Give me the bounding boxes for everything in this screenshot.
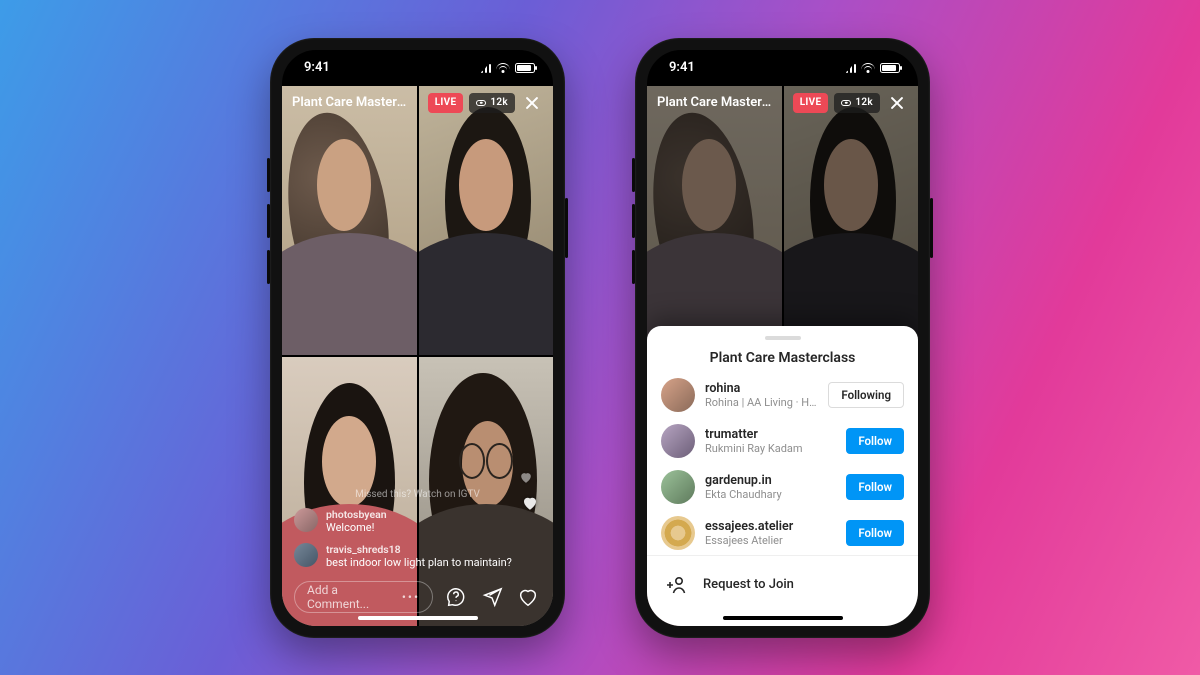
participant-tile-1[interactable] (647, 86, 782, 355)
phone-participants-sheet: 9:41 Plant Care Masterclas… LIVE 12k (635, 38, 930, 638)
participant-username: essajees.atelier (705, 519, 836, 534)
close-button[interactable] (886, 92, 908, 114)
participant-username: trumatter (705, 427, 836, 442)
live-title[interactable]: Plant Care Masterclas… (292, 95, 410, 110)
comment-username: travis_shreds18 (326, 543, 512, 556)
participant-subtitle: Rukmini Ray Kadam (705, 442, 836, 455)
participant-tile-2[interactable] (784, 86, 919, 355)
home-indicator (723, 616, 843, 620)
like-button[interactable] (515, 584, 541, 610)
live-header: Plant Care Masterclas… LIVE 12k (282, 88, 553, 118)
comment-username: photosbyean (326, 508, 387, 521)
question-button[interactable] (443, 584, 469, 610)
participant-row[interactable]: trumatter Rukmini Ray Kadam Follow (661, 424, 904, 458)
system-message: Missed this? Watch on IGTV (355, 489, 480, 500)
battery-icon (515, 63, 535, 73)
follow-button[interactable]: Follow (846, 428, 904, 454)
following-button[interactable]: Following (828, 382, 904, 408)
participant-avatar (661, 424, 695, 458)
device-notch (348, 50, 488, 74)
live-header: Plant Care Masterclas… LIVE 12k (647, 88, 918, 118)
commenter-avatar (294, 543, 318, 567)
action-bar: Add a Comment... ••• (282, 578, 553, 616)
eye-icon (476, 100, 486, 106)
participant-subtitle: Rohina | AA Living · Host (705, 396, 818, 409)
eye-icon (841, 100, 851, 106)
sheet-title: Plant Care Masterclass (647, 350, 918, 366)
participant-avatar (661, 516, 695, 550)
close-button[interactable] (521, 92, 543, 114)
viewer-count-badge[interactable]: 12k (834, 93, 880, 113)
sheet-grabber[interactable] (765, 336, 801, 340)
participant-username: gardenup.in (705, 473, 836, 488)
participant-username: rohina (705, 381, 818, 396)
participant-subtitle: Essajees Atelier (705, 534, 836, 547)
request-join-label: Request to Join (703, 577, 794, 592)
follow-button[interactable]: Follow (846, 474, 904, 500)
participant-subtitle: Ekta Chaudhary (705, 488, 836, 501)
screen: 9:41 Plant Care Masterclas… LIVE 12k (282, 50, 553, 626)
viewer-count: 12k (855, 97, 873, 108)
live-title[interactable]: Plant Care Masterclas… (657, 95, 775, 110)
viewer-count-badge[interactable]: 12k (469, 93, 515, 113)
participant-avatar (661, 470, 695, 504)
participants-sheet: Plant Care Masterclass rohina Rohina | A… (647, 326, 918, 626)
participants-list: rohina Rohina | AA Living · Host Followi… (647, 378, 918, 551)
comment-text: Welcome! (326, 521, 387, 535)
participant-tile-2[interactable] (419, 86, 554, 355)
screen: 9:41 Plant Care Masterclas… LIVE 12k (647, 50, 918, 626)
comment-text: best indoor low light plan to maintain? (326, 556, 512, 570)
request-to-join-row[interactable]: Request to Join (647, 555, 918, 600)
participant-row[interactable]: essajees.atelier Essajees Atelier Follow (661, 516, 904, 550)
more-icon[interactable]: ••• (402, 590, 420, 604)
share-button[interactable] (479, 584, 505, 610)
phone-live-grid: 9:41 Plant Care Masterclas… LIVE 12k (270, 38, 565, 638)
comment-row[interactable]: travis_shreds18 best indoor low light pl… (294, 543, 541, 570)
wifi-icon (861, 63, 875, 73)
participant-row[interactable]: rohina Rohina | AA Living · Host Followi… (661, 378, 904, 412)
request-join-icon (661, 570, 691, 600)
comments-overlay: Missed this? Watch on IGTV photosbyean W… (282, 489, 553, 578)
device-notch (713, 50, 853, 74)
wifi-icon (496, 63, 510, 73)
battery-icon (880, 63, 900, 73)
participant-avatar (661, 378, 695, 412)
comment-input[interactable]: Add a Comment... ••• (294, 581, 433, 613)
comment-row[interactable]: photosbyean Welcome! (294, 508, 541, 535)
status-time: 9:41 (304, 60, 330, 75)
participant-row[interactable]: gardenup.in Ekta Chaudhary Follow (661, 470, 904, 504)
participant-tile-1[interactable] (282, 86, 417, 355)
live-badge: LIVE (428, 93, 464, 113)
commenter-avatar (294, 508, 318, 532)
status-time: 9:41 (669, 60, 695, 75)
home-indicator (358, 616, 478, 620)
follow-button[interactable]: Follow (846, 520, 904, 546)
comment-placeholder: Add a Comment... (307, 583, 402, 611)
viewer-count: 12k (490, 97, 508, 108)
live-badge: LIVE (793, 93, 829, 113)
